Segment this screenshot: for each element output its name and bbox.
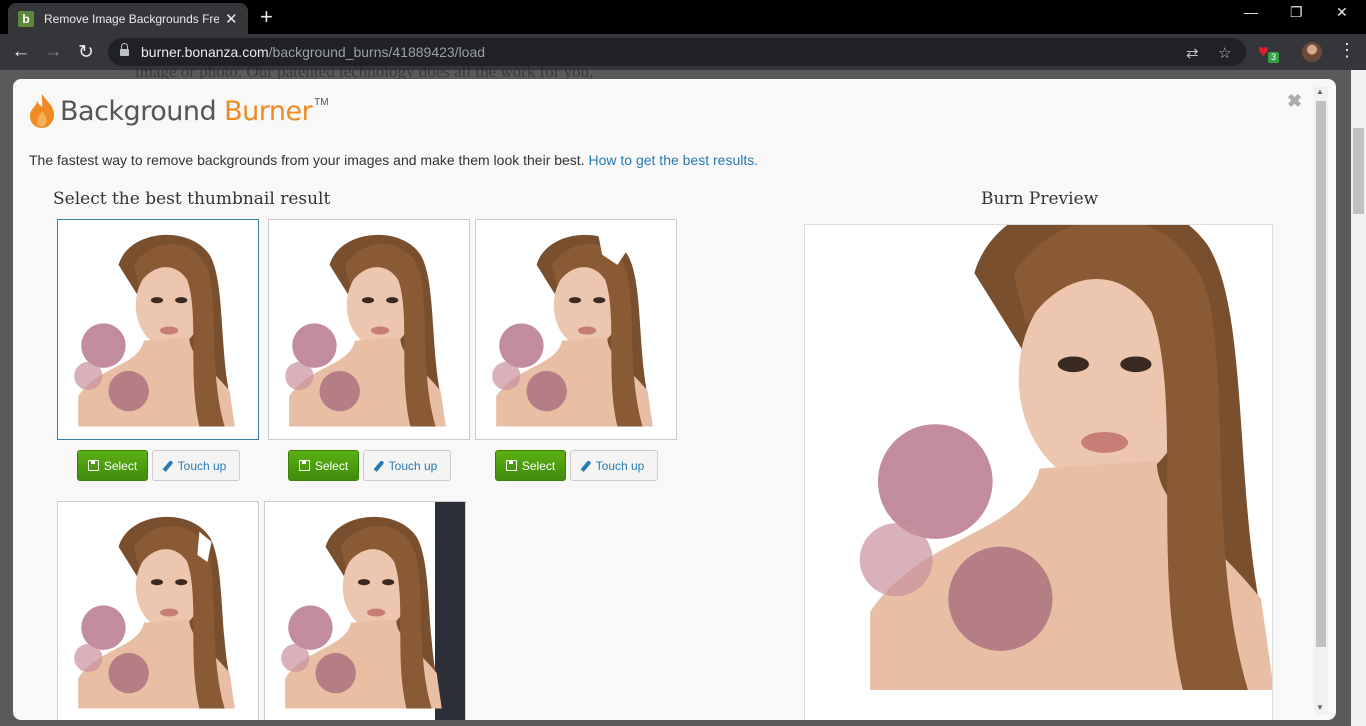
reload-icon[interactable]: ↻ (75, 41, 97, 64)
touch-up-button-3[interactable]: Touch up (570, 450, 658, 481)
burn-preview-image (804, 224, 1273, 720)
select-label: Select (521, 458, 556, 473)
select-button-3[interactable]: Select (495, 450, 566, 481)
back-arrow-icon[interactable]: ← (10, 41, 32, 63)
thumbnail-result-5[interactable] (264, 501, 466, 720)
translate-icon[interactable]: ⇄ (1186, 44, 1199, 62)
bonanza-favicon-icon: b (18, 10, 34, 27)
thumbnail-image (74, 516, 235, 709)
thumbnail-result-1[interactable] (57, 219, 259, 440)
scroll-up-arrow-icon[interactable]: ▲ (1316, 87, 1324, 96)
minimize-icon[interactable]: — (1244, 4, 1258, 20)
thumbnail-image (74, 234, 235, 427)
brush-icon (373, 459, 385, 472)
extension-badge: 3 (1268, 52, 1280, 63)
thumbnail-image (492, 229, 653, 427)
logo-word-background: Background (60, 95, 217, 127)
tab-close-icon[interactable]: ✕ (225, 10, 238, 28)
profile-avatar[interactable] (1302, 42, 1322, 62)
new-tab-plus-icon[interactable]: + (260, 4, 273, 30)
modal-scrollbar[interactable]: ▲ ▼ (1314, 87, 1328, 715)
forward-arrow-icon[interactable]: → (42, 41, 64, 63)
scroll-down-arrow-icon[interactable]: ▼ (1316, 703, 1324, 712)
thumbnail-result-3[interactable] (475, 219, 677, 440)
background-burner-modal: Background Burner TM ✖ The fastest way t… (13, 79, 1336, 720)
thumbnail-image (281, 516, 442, 709)
tab-title: Remove Image Backgrounds Free (44, 11, 219, 26)
touch-up-button-1[interactable]: Touch up (152, 450, 240, 481)
touch-up-label: Touch up (177, 458, 227, 473)
url-host: burner.bonanza.com (141, 44, 269, 60)
page-scrollbar-thumb[interactable] (1353, 128, 1364, 214)
lock-icon (120, 43, 129, 57)
brush-icon (580, 459, 592, 472)
tagline: The fastest way to remove backgrounds fr… (29, 152, 758, 168)
select-label: Select (103, 458, 138, 473)
brush-icon (162, 459, 174, 472)
select-button-1[interactable]: Select (77, 450, 148, 481)
best-results-link[interactable]: How to get the best results. (588, 152, 758, 168)
tab-strip: b Remove Image Backgrounds Free ✕ + — ❐ … (0, 0, 1366, 34)
bookmark-star-icon[interactable]: ☆ (1218, 44, 1231, 62)
extension-icon[interactable]: ♥ 3 (1258, 42, 1280, 63)
logo-word-burner: Burner (224, 95, 313, 127)
save-icon (87, 460, 99, 471)
preview-heading: Burn Preview (981, 189, 1099, 209)
page-scrollbar[interactable] (1351, 70, 1366, 726)
restore-icon[interactable]: ❐ (1290, 4, 1303, 21)
menu-kebab-icon[interactable]: ⋮ (1338, 40, 1356, 61)
save-icon (298, 460, 310, 471)
modal-scrollbar-thumb[interactable] (1316, 101, 1326, 647)
preview-portrait (859, 225, 1272, 690)
tagline-text: The fastest way to remove backgrounds fr… (29, 152, 585, 168)
logo-trademark: TM (314, 97, 329, 108)
touch-up-label: Touch up (388, 458, 438, 473)
select-label: Select (314, 458, 349, 473)
flame-logo-icon (30, 94, 55, 128)
thumbnails-heading: Select the best thumbnail result (53, 189, 331, 209)
url-path: /background_burns/41889423/load (268, 44, 486, 60)
modal-close-icon[interactable]: ✖ (1287, 91, 1302, 112)
touch-up-button-2[interactable]: Touch up (363, 450, 451, 481)
background-burner-logo: Background Burner TM (28, 93, 329, 129)
select-button-2[interactable]: Select (288, 450, 359, 481)
save-icon (505, 460, 517, 471)
window-close-icon[interactable]: ✕ (1336, 4, 1348, 21)
thumbnail-result-4[interactable] (57, 501, 259, 720)
thumbnail-result-2[interactable] (268, 219, 470, 440)
thumbnail-image (285, 234, 446, 427)
browser-tab[interactable]: b Remove Image Backgrounds Free ✕ (8, 3, 248, 34)
touch-up-label: Touch up (595, 458, 645, 473)
